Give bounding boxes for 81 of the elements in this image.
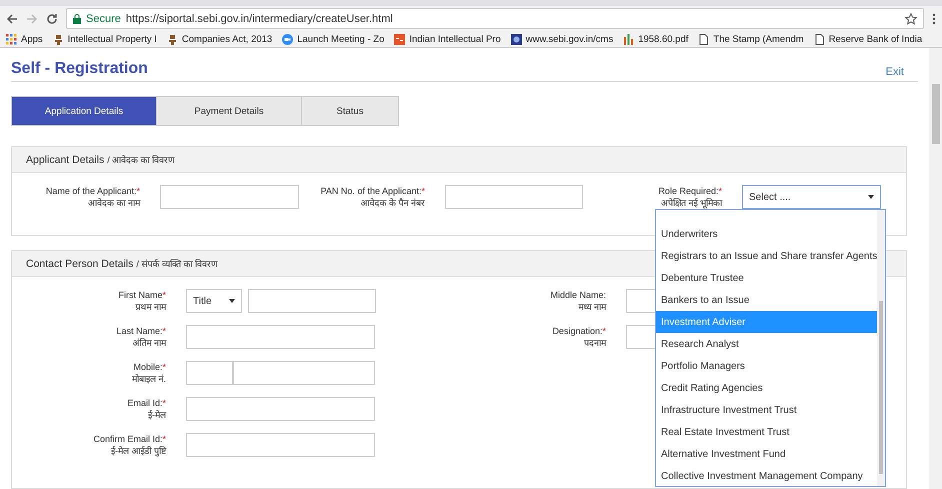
role-select[interactable]: Select ....: [742, 185, 881, 209]
lock-icon: [73, 14, 81, 24]
dropdown-option[interactable]: Research Analyst: [656, 333, 878, 355]
site-logo-icon: [510, 34, 522, 44]
section-title-hindi: / संपर्क व्यक्ति का विवरण: [136, 258, 218, 270]
bookmark[interactable]: Intellectual Property I: [52, 34, 157, 44]
section-title: Contact Person Details: [26, 258, 134, 270]
form-tab[interactable]: Payment Details: [156, 96, 302, 126]
section-title: Applicant Details: [26, 154, 104, 166]
video-camera-icon: [282, 34, 294, 44]
field-label-hindi: अंतिम नाम: [131, 337, 166, 349]
bar-chart-icon: [623, 34, 634, 44]
field-label-hindi: मोबाइल नं.: [130, 373, 166, 385]
bookmark[interactable]: Companies Act, 2013: [166, 34, 272, 44]
url-text: https://siportal.sebi.gov.in/intermediary/createUser.html: [126, 12, 393, 24]
field-label-hindi: ई-मेल: [147, 409, 166, 421]
dropdown-option[interactable]: Registrars to an Issue and Share transfer Agents: [656, 245, 878, 267]
dropdown-option[interactable]: Real Estate Investment Trust: [656, 421, 878, 443]
emblem-icon: [166, 34, 178, 44]
field-label-hindi: आवेदक का नाम: [86, 197, 140, 209]
bookmark[interactable]: Reserve Bank of India: [814, 34, 922, 44]
bookmark[interactable]: The Stamp (Amendm: [698, 34, 804, 44]
text-field[interactable]: [186, 433, 375, 457]
field-label: Role Required:*: [657, 185, 722, 197]
field-label: Name of the Applicant:*: [44, 185, 140, 197]
star-icon[interactable]: [905, 12, 917, 24]
text-field[interactable]: [186, 325, 375, 349]
field-label: Last Name:*: [115, 325, 166, 337]
list-scrollbar[interactable]: [877, 210, 885, 486]
text-field[interactable]: [248, 289, 376, 313]
dropdown-option[interactable]: Underwriters: [656, 223, 878, 245]
document-icon: [698, 34, 710, 44]
reload-icon[interactable]: [46, 12, 58, 24]
dropdown-option[interactable]: Infrastructure Investment Trust: [656, 399, 878, 421]
page-title: Self - Registration: [11, 60, 148, 78]
back-icon[interactable]: [6, 12, 18, 24]
field-label-hindi: पदनाम: [583, 337, 606, 349]
bookmark[interactable]: Apps: [6, 34, 43, 44]
field-label: First Name*: [117, 289, 166, 301]
emblem-icon: [52, 34, 64, 44]
document-icon: [814, 34, 825, 44]
field-label: Confirm Email Id:*: [92, 433, 166, 445]
text-field[interactable]: [445, 185, 583, 209]
dropdown-option[interactable]: Bankers to an Issue: [656, 289, 878, 311]
address-bar[interactable]: Secure https://siportal.sebi.gov.in/intermediary/createUser.html: [66, 8, 924, 29]
text-field[interactable]: [233, 361, 375, 385]
form-tab[interactable]: Status: [301, 96, 399, 126]
caret-icon: [868, 195, 874, 199]
field-label-hindi: अपेक्षित नई भूमिका: [660, 197, 722, 209]
field-label-hindi: मध्य नाम: [577, 301, 606, 313]
apps-grid-icon: [6, 34, 17, 44]
code-field[interactable]: [186, 361, 233, 385]
bookmark[interactable]: 1958.60.pdf: [623, 34, 688, 44]
text-field[interactable]: [186, 397, 375, 421]
field-label-hindi: आवेदक के पैन नंबर: [359, 197, 425, 209]
menu-icon[interactable]: [932, 12, 936, 24]
page-scrollbar[interactable]: [929, 48, 942, 489]
dropdown-option[interactable]: Credit Rating Agencies: [656, 377, 878, 399]
bookmark[interactable]: Launch Meeting - Zo: [282, 34, 384, 44]
caret-icon: [229, 299, 235, 303]
section-title-hindi: / आवेदक का विवरण: [107, 154, 176, 166]
square-logo-icon: [394, 34, 406, 44]
exit-link[interactable]: Exit: [886, 66, 904, 78]
field-label: PAN No. of the Applicant:*: [320, 185, 425, 197]
field-label: Designation:*: [551, 325, 606, 337]
secure-label: Secure: [86, 12, 121, 24]
dropdown-option[interactable]: Alternative Investment Fund: [656, 443, 878, 465]
form-tab[interactable]: Application Details: [11, 96, 157, 126]
field-label-hindi: ई-मेल आईडी पुष्टि: [110, 445, 166, 457]
field-label: Mobile:*: [132, 361, 166, 373]
title-select[interactable]: Title: [186, 289, 242, 313]
bookmark[interactable]: www.sebi.gov.in/cms: [510, 34, 614, 44]
dropdown-option[interactable]: Debenture Trustee: [656, 267, 878, 289]
bookmark[interactable]: Indian Intellectual Pro: [394, 34, 501, 44]
text-field[interactable]: [160, 185, 299, 209]
field-label-hindi: प्रथम नाम: [134, 301, 166, 313]
dropdown-option[interactable]: Collective Investment Management Company: [656, 465, 878, 486]
forward-icon[interactable]: [26, 12, 38, 24]
field-label: Middle Name:: [549, 289, 606, 301]
dropdown-option[interactable]: Portfolio Managers: [656, 355, 878, 377]
field-label: Email Id:*: [126, 397, 166, 409]
